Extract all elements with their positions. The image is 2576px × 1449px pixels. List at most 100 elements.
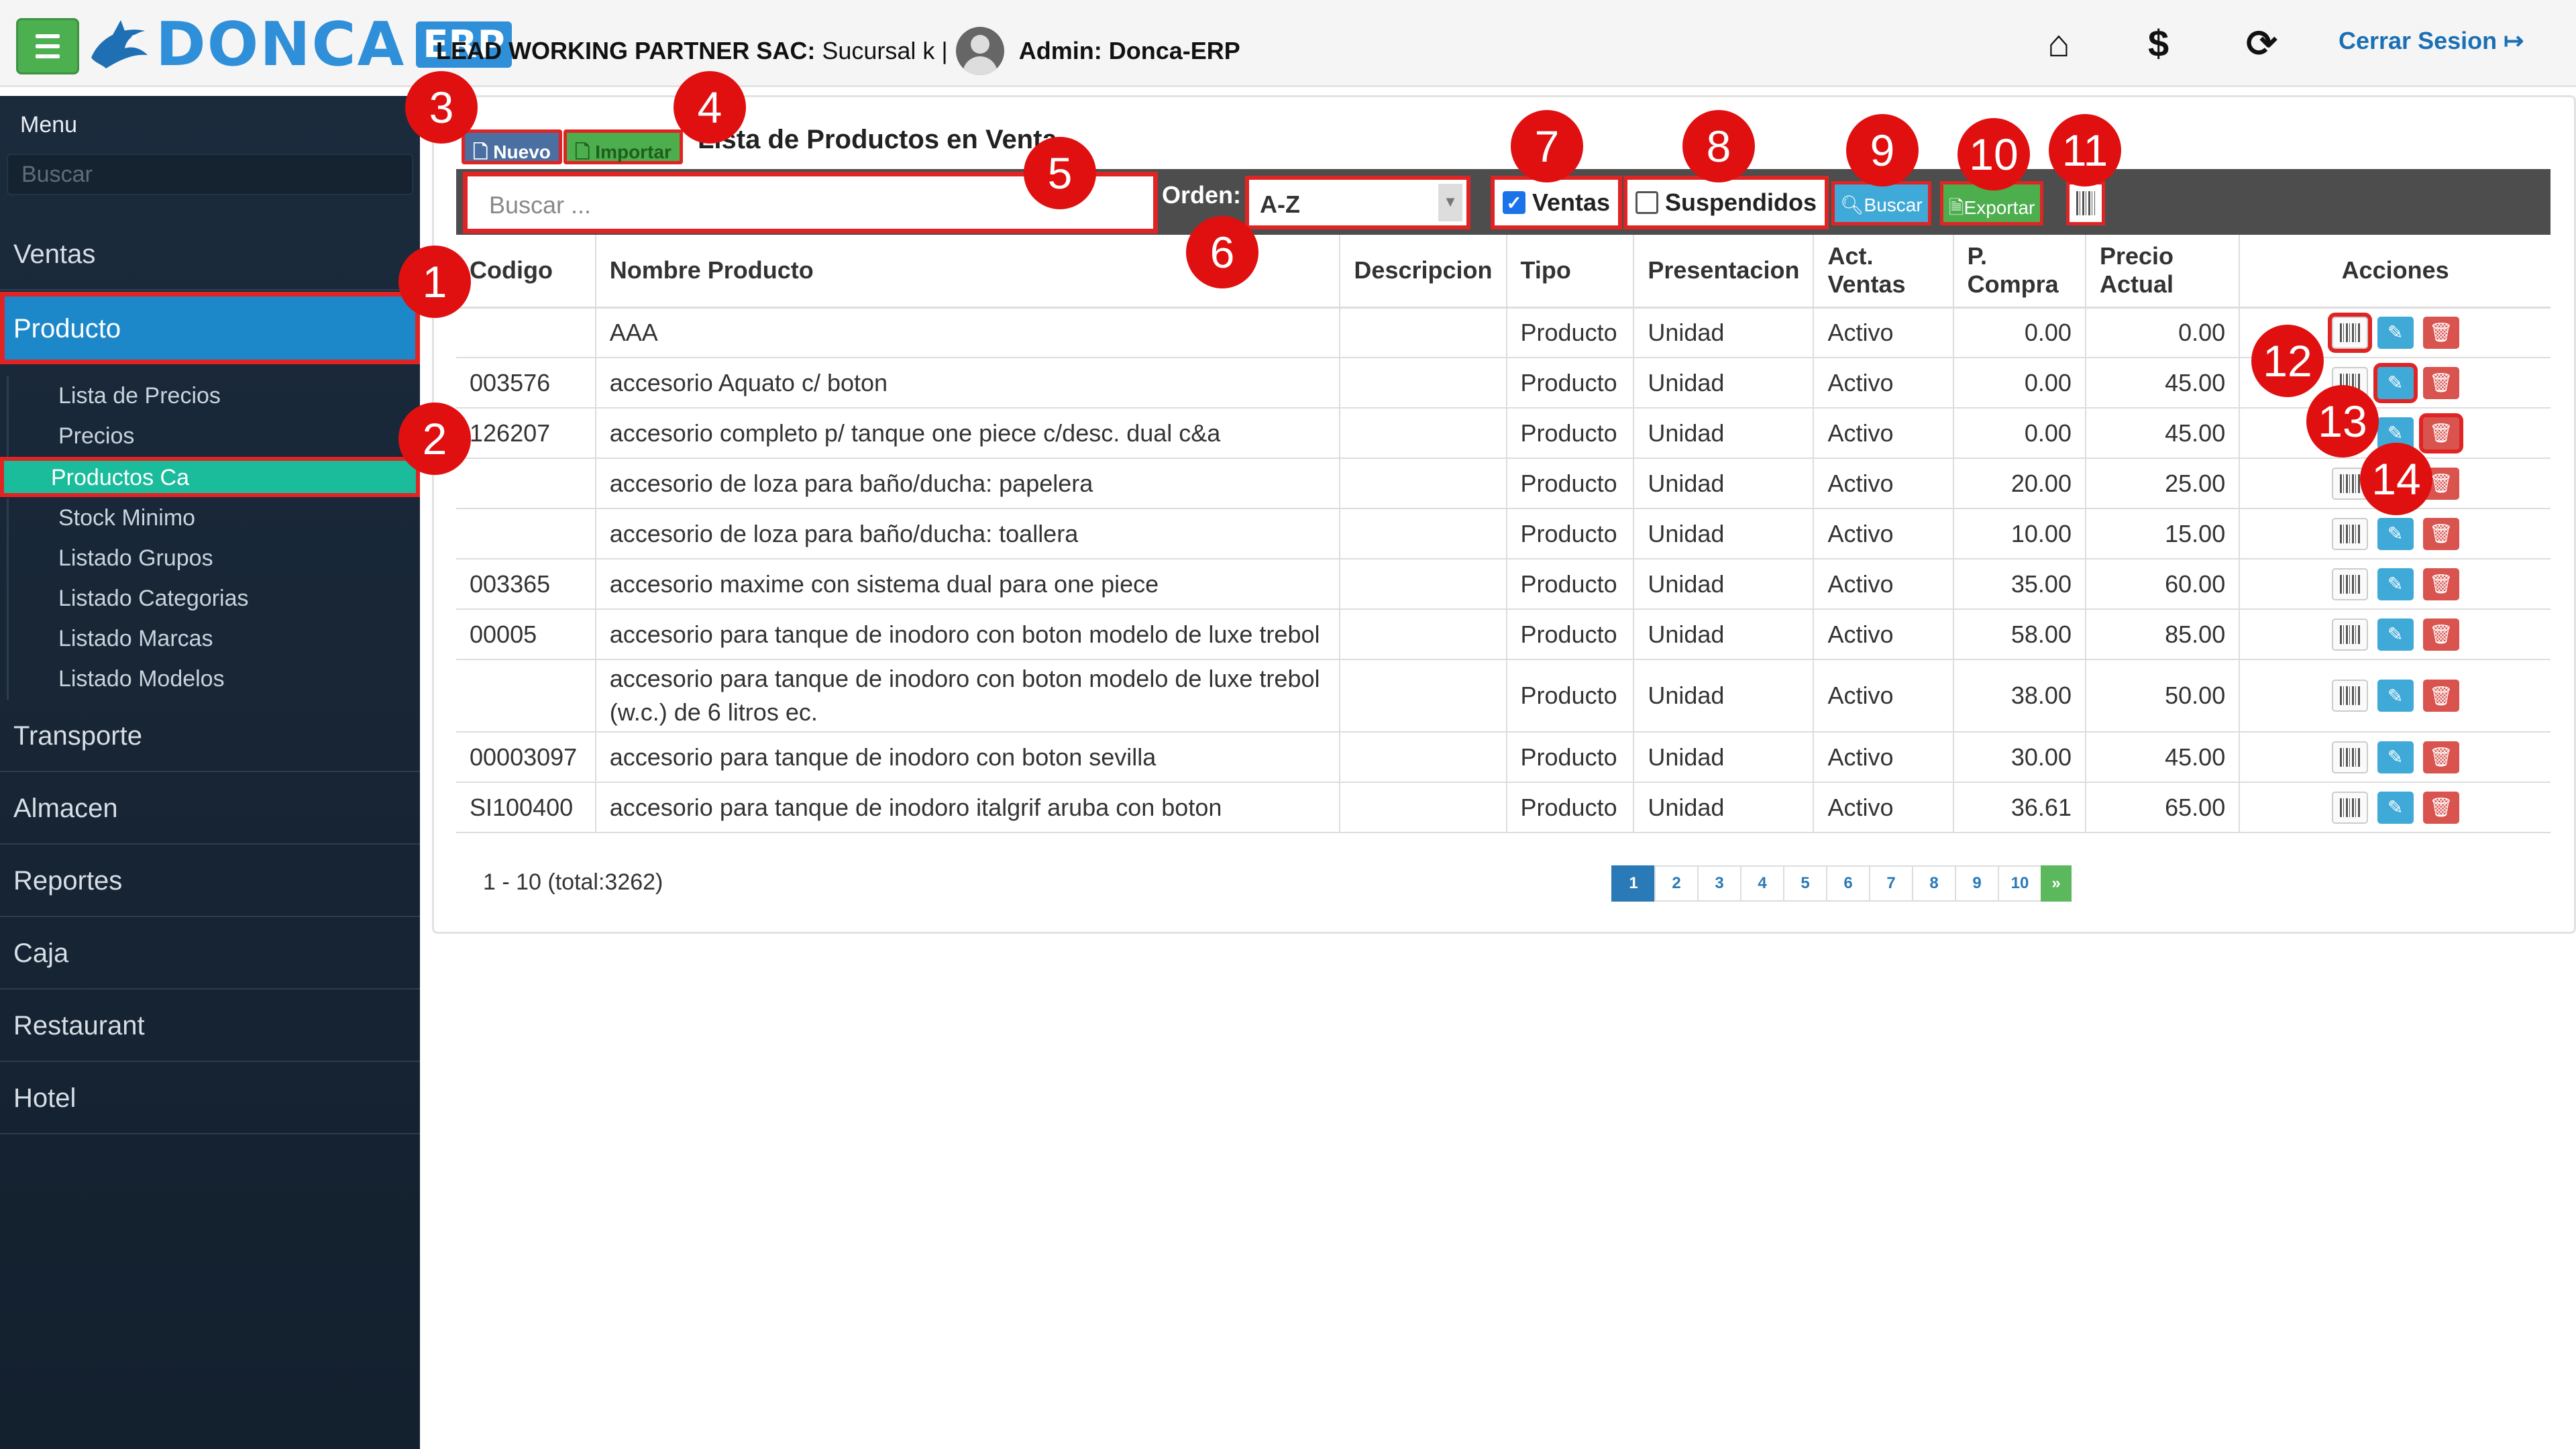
delete-button[interactable]: 🗑︎ — [2422, 680, 2459, 712]
checkbox-checked-icon: ✓ — [1503, 191, 1525, 214]
col-act-ventas[interactable]: Act. Ventas — [1813, 235, 1954, 309]
compra-cell: 20.00 — [1953, 458, 2086, 509]
edit-button[interactable]: ✎ — [2377, 741, 2414, 773]
sidebar-sub-marcas[interactable]: Listado Marcas — [7, 619, 419, 659]
page-link[interactable]: 3 — [1697, 865, 1741, 902]
logout-link[interactable]: Cerrar Sesion ↦ — [2339, 27, 2524, 55]
delete-button[interactable]: 🗑︎ — [2418, 413, 2463, 453]
buscar-button[interactable]: 🔍︎Buscar — [1831, 181, 1931, 225]
barcode-icon — [2339, 625, 2360, 644]
col-presentacion[interactable]: Presentacion — [1633, 235, 1815, 309]
sidebar-item-restaurant[interactable]: Restaurant — [0, 989, 420, 1062]
lock-refresh-icon[interactable]: ⟳ — [2246, 21, 2277, 66]
table-row[interactable]: 00005 accesorio para tanque de inodoro co… — [456, 609, 2551, 660]
page-link[interactable]: 10 — [1998, 865, 2042, 902]
trash-icon: 🗑︎ — [2428, 685, 2453, 706]
col-tipo[interactable]: Tipo — [1506, 235, 1635, 309]
col-p-compra[interactable]: P. Compra — [1953, 235, 2086, 309]
table-row[interactable]: accesorio de loza para baño/ducha: papel… — [456, 458, 2551, 509]
sidebar-sub-grupos[interactable]: Listado Grupos — [7, 539, 419, 579]
sidebar-sub-categorias[interactable]: Listado Categorias — [7, 579, 419, 619]
next-page-button[interactable]: » — [2041, 865, 2072, 902]
delete-button[interactable]: 🗑︎ — [2422, 791, 2459, 824]
ventas-checkbox[interactable]: ✓ Ventas — [1491, 176, 1623, 229]
delete-button[interactable]: 🗑︎ — [2422, 741, 2459, 773]
table-row[interactable]: 003576 accesorio Aquato c/ boton Producto U… — [456, 358, 2551, 409]
annotation-badge: 8 — [1682, 110, 1755, 182]
sidebar-item-almacen[interactable]: Almacen — [0, 772, 420, 845]
col-codigo[interactable]: Codigo — [456, 235, 596, 309]
barcode-button[interactable] — [2331, 791, 2368, 824]
delete-button[interactable]: 🗑︎ — [2422, 618, 2459, 651]
nombre-cell: accesorio para tanque de inodoro con bot… — [595, 609, 1341, 660]
branch-name: Sucursal k | — [822, 37, 948, 64]
barcode-button[interactable] — [2331, 618, 2368, 651]
sidebar-sub-stock-minimo[interactable]: Stock Minimo — [7, 498, 419, 539]
page-link[interactable]: 2 — [1654, 865, 1699, 902]
delete-button[interactable]: 🗑︎ — [2422, 316, 2459, 349]
barcode-icon — [2076, 191, 2095, 215]
avatar[interactable] — [955, 27, 1004, 75]
barcode-icon — [2339, 574, 2360, 594]
edit-button[interactable]: ✎ — [2377, 618, 2414, 651]
sidebar-item-ventas[interactable]: Ventas — [0, 218, 420, 290]
table-row[interactable]: SI100400 accesorio para tanque de inodoro… — [456, 782, 2551, 833]
delete-button[interactable]: 🗑︎ — [2422, 366, 2459, 399]
orden-select[interactable]: A-Z ▼ — [1245, 176, 1470, 229]
page-link[interactable]: 5 — [1783, 865, 1827, 902]
home-icon[interactable]: ⌂ — [2047, 21, 2070, 65]
sidebar-search-input[interactable]: Buscar — [7, 154, 413, 195]
table-row[interactable]: 126207 accesorio completo p/ tanque one p… — [456, 408, 2551, 459]
page-link[interactable]: 9 — [1955, 865, 1999, 902]
compra-cell: 0.00 — [1953, 307, 2086, 358]
barcode-button[interactable] — [2331, 517, 2368, 550]
codigo-cell: 126207 — [456, 408, 596, 459]
barcode-button[interactable] — [2331, 680, 2368, 712]
ventas-label: Ventas — [1532, 189, 1611, 216]
barcode-button[interactable] — [2331, 568, 2368, 600]
barcode-print-button[interactable] — [2066, 181, 2105, 225]
sidebar-item-hotel[interactable]: Hotel — [0, 1062, 420, 1134]
codigo-cell — [456, 659, 596, 733]
page-link[interactable]: 4 — [1740, 865, 1784, 902]
col-descripcion[interactable]: Descripcion — [1340, 235, 1507, 309]
sidebar-item-producto[interactable]: Producto — [0, 292, 420, 364]
edit-button[interactable]: ✎ — [2377, 680, 2414, 712]
barcode-icon — [2339, 686, 2360, 705]
edit-button[interactable]: ✎ — [2373, 362, 2418, 403]
sidebar-sub-productos[interactable]: Productos Ca — [0, 457, 420, 497]
sidebar-item-transporte[interactable]: Transporte — [0, 700, 420, 772]
barcode-button[interactable] — [2327, 312, 2372, 353]
edit-button[interactable]: ✎ — [2377, 316, 2414, 349]
edit-icon: ✎ — [2387, 797, 2404, 818]
page-link[interactable]: 7 — [1869, 865, 1913, 902]
nuevo-button[interactable]: 🗋 Nuevo — [462, 129, 562, 164]
edit-button[interactable]: ✎ — [2377, 517, 2414, 550]
barcode-icon — [2339, 524, 2360, 543]
sidebar-item-caja[interactable]: Caja — [0, 917, 420, 989]
table-row[interactable]: 00003097 accesorio para tanque de inodoro… — [456, 732, 2551, 783]
table-row[interactable]: accesorio para tanque de inodoro con bot… — [456, 659, 2551, 733]
actions-cell: ✎ 🗑︎ — [2239, 508, 2551, 559]
edit-button[interactable]: ✎ — [2377, 568, 2414, 600]
col-precio-actual[interactable]: Precio Actual — [2085, 235, 2241, 309]
table-row[interactable]: 003365 accesorio maxime con sistema dual … — [456, 559, 2551, 610]
sidebar-sub-lista-precios[interactable]: Lista de Precios — [7, 376, 419, 417]
table-row[interactable]: AAA Producto Unidad Activo 0.00 0.00 ✎ 🗑︎ — [456, 307, 2551, 358]
menu-toggle-button[interactable] — [16, 18, 79, 74]
sidebar-sub-modelos[interactable]: Listado Modelos — [7, 659, 419, 700]
page-link[interactable]: 8 — [1912, 865, 1956, 902]
barcode-button[interactable] — [2331, 741, 2368, 773]
edit-button[interactable]: ✎ — [2377, 791, 2414, 824]
barcode-icon — [2339, 747, 2360, 767]
dollar-icon[interactable]: $ — [2148, 21, 2169, 65]
suspendidos-checkbox[interactable]: Suspendidos — [1623, 176, 1829, 229]
table-row[interactable]: accesorio de loza para baño/ducha: toall… — [456, 508, 2551, 559]
sidebar-item-reportes[interactable]: Reportes — [0, 845, 420, 917]
importar-button[interactable]: 🗋 Importar — [564, 129, 683, 164]
sidebar-sub-precios[interactable]: Precios — [7, 417, 419, 457]
delete-button[interactable]: 🗑︎ — [2422, 517, 2459, 550]
delete-button[interactable]: 🗑︎ — [2422, 568, 2459, 600]
page-link[interactable]: 6 — [1826, 865, 1870, 902]
page-link[interactable]: 1 — [1611, 865, 1656, 902]
